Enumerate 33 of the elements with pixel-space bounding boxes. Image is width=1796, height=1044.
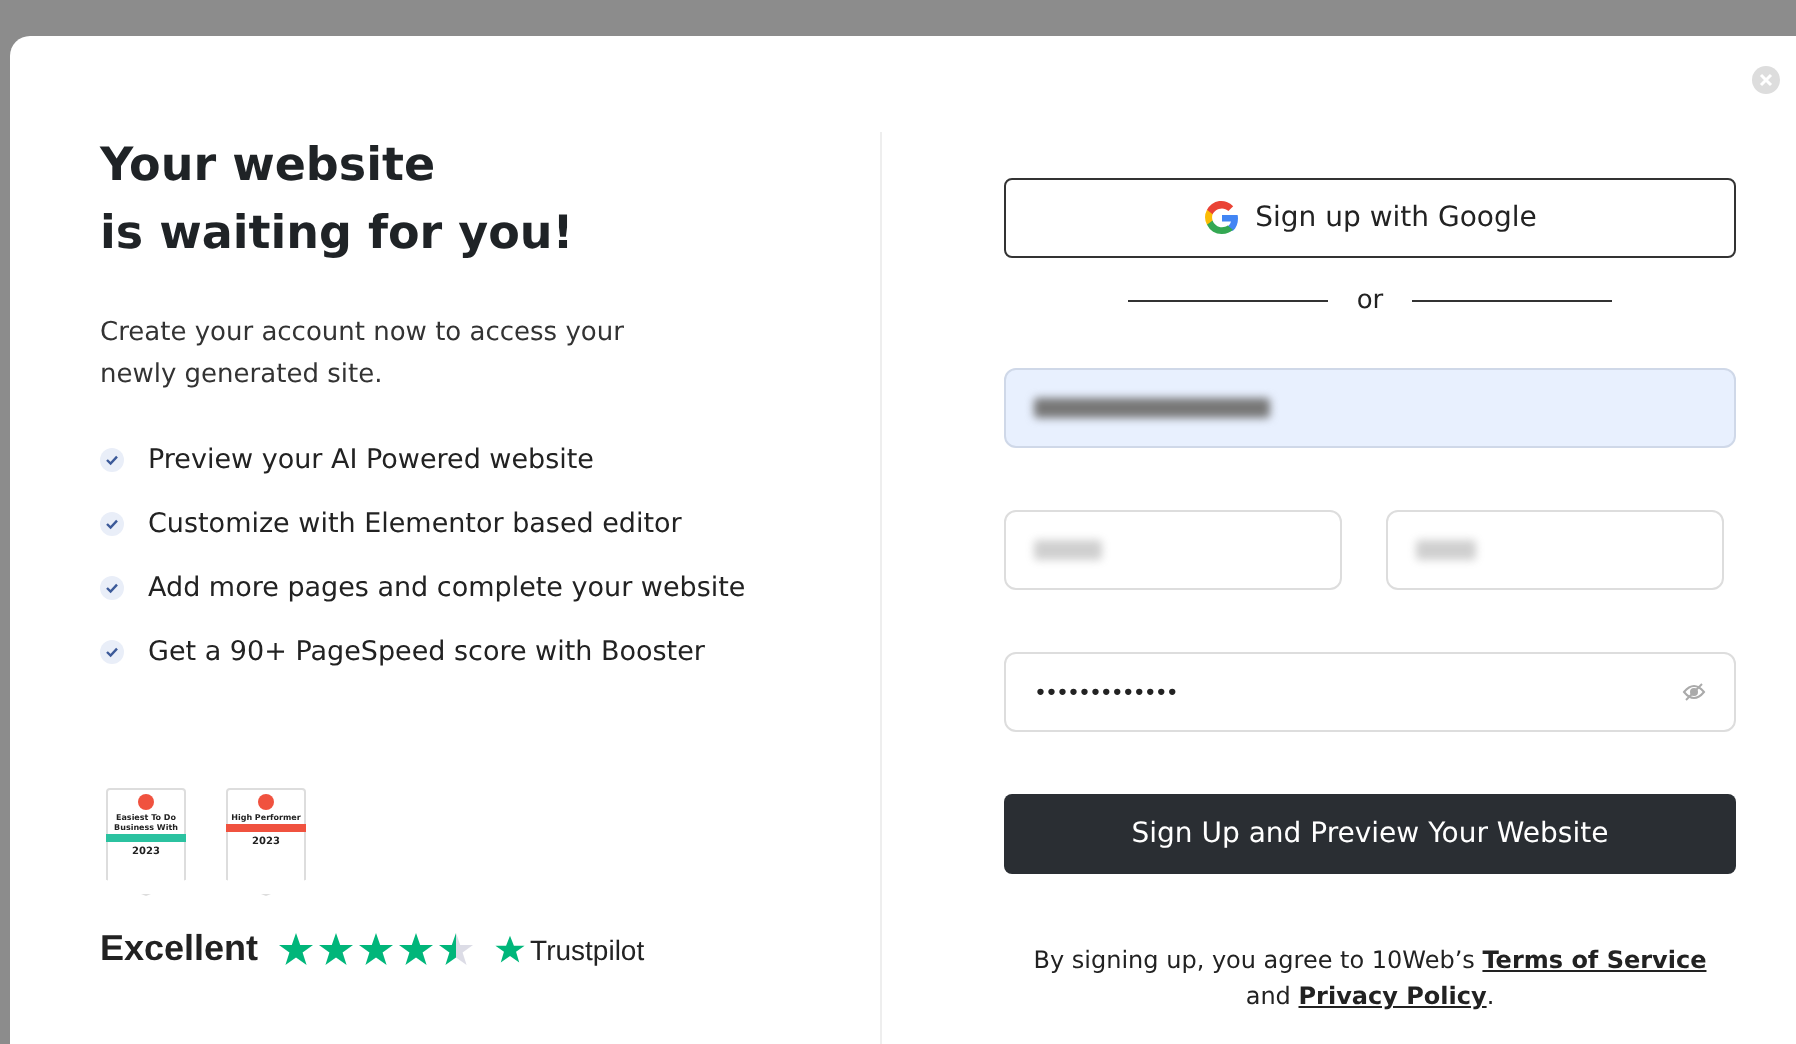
rating-label: Excellent bbox=[100, 928, 259, 970]
password-field[interactable]: ••••••••••••• bbox=[1004, 652, 1736, 732]
g-logo-icon bbox=[1203, 200, 1240, 236]
blurred-value bbox=[1416, 540, 1476, 560]
check-icon bbox=[100, 512, 124, 536]
name-field[interactable] bbox=[1004, 510, 1342, 590]
dialog-title: Your website is waiting for you! bbox=[100, 138, 576, 264]
star-icon bbox=[318, 931, 355, 967]
divider-label: or bbox=[1356, 286, 1384, 316]
star-icon bbox=[358, 931, 395, 967]
eye-icon[interactable] bbox=[1682, 680, 1706, 704]
privacy-link[interactable]: Privacy Policy bbox=[1298, 982, 1487, 1010]
terms-link[interactable]: Terms of Service bbox=[1482, 946, 1707, 974]
description: Create your account now to access your newly generated site. bbox=[100, 316, 626, 394]
password-value: ••••••••••••• bbox=[1034, 679, 1177, 705]
close-icon[interactable] bbox=[1752, 66, 1780, 94]
half-star-icon bbox=[438, 931, 475, 967]
trustpilot-logo: Trustpilot bbox=[494, 933, 645, 965]
star-icon bbox=[278, 931, 315, 967]
name-field[interactable] bbox=[1386, 510, 1724, 590]
terms-text: By signing up, you agree to 10Web’s Terms of Service and Privacy Policy. bbox=[1031, 944, 1709, 1014]
check-icon bbox=[100, 448, 124, 472]
google-signup-button[interactable]: Sign up with Google bbox=[1004, 178, 1736, 258]
blurred-value bbox=[1034, 540, 1102, 560]
submit-button[interactable]: Sign Up and Preview Your Website bbox=[1004, 794, 1736, 874]
check-icon bbox=[100, 576, 124, 600]
email-field[interactable] bbox=[1004, 368, 1736, 448]
star-icon bbox=[398, 931, 435, 967]
benefit-text: Get a 90+ PageSpeed score with Booster bbox=[148, 636, 705, 668]
benefit-text: Add more pages and complete your website bbox=[148, 572, 746, 604]
benefit-text: Preview your AI Powered website bbox=[148, 444, 594, 476]
check-icon bbox=[100, 640, 124, 664]
benefit-text: Customize with Elementor based editor bbox=[148, 508, 682, 540]
